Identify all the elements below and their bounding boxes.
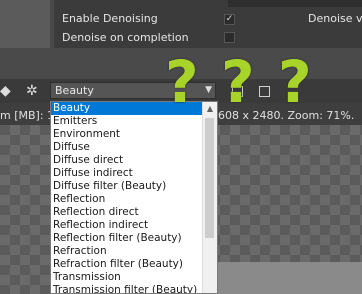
- chevron-down-icon: ▼: [205, 85, 212, 95]
- dropdown-option[interactable]: Transmission: [51, 271, 203, 284]
- denoise-on-completion-label: Denoise on completion: [62, 31, 189, 44]
- enable-denoising-label: Enable Denoising: [62, 12, 158, 25]
- dropdown-options: Beauty Emitters Environment Diffuse Diffuse …: [51, 102, 203, 293]
- dropdown-option[interactable]: Diffuse filter (Beauty): [51, 180, 203, 193]
- panel-divider: [50, 0, 54, 48]
- dropdown-option[interactable]: Environment: [51, 128, 203, 141]
- dropdown-option[interactable]: Refraction: [51, 245, 203, 258]
- settings-gear-icon[interactable]: ✲: [26, 83, 38, 99]
- dropdown-option[interactable]: Refraction filter (Beauty): [51, 258, 203, 271]
- denoise-settings-panel: Enable Denoising ✓ Denoise on completion…: [0, 0, 362, 48]
- render-pass-dropdown-list[interactable]: Beauty Emitters Environment Diffuse Diffuse …: [50, 101, 218, 294]
- render-preview-strip: [218, 262, 362, 294]
- panel-left-edge: [0, 0, 50, 48]
- render-pass-select-value: Beauty: [55, 84, 94, 97]
- top-header-strip: [228, 0, 362, 7]
- dropdown-option[interactable]: Emitters: [51, 115, 203, 128]
- question-mark-annotation-2: ?: [221, 48, 255, 116]
- question-mark-annotation-3: ?: [278, 48, 312, 116]
- scrollbar-thumb[interactable]: [205, 118, 214, 238]
- dropdown-option[interactable]: Diffuse direct: [51, 154, 203, 167]
- dropdown-option[interactable]: Diffuse indirect: [51, 167, 203, 180]
- denoise-volume-label: Denoise vo: [308, 12, 362, 25]
- denoise-on-completion-checkbox[interactable]: [224, 32, 235, 43]
- dropdown-option[interactable]: Reflection indirect: [51, 219, 203, 232]
- dropdown-scrollbar[interactable]: ▲: [202, 102, 217, 293]
- enable-denoising-checkbox[interactable]: ✓: [224, 14, 235, 25]
- dropdown-option[interactable]: Reflection filter (Beauty): [51, 232, 203, 245]
- question-mark-annotation-1: ?: [165, 48, 199, 116]
- dropdown-option[interactable]: Reflection direct: [51, 206, 203, 219]
- dropdown-option[interactable]: Reflection: [51, 193, 203, 206]
- scroll-up-arrow-icon[interactable]: ▲: [203, 102, 217, 116]
- fit-view-icon[interactable]: [259, 86, 270, 97]
- dropdown-option[interactable]: Transmission filter (Beauty): [51, 284, 203, 293]
- camera-icon[interactable]: ◆: [0, 83, 11, 99]
- dropdown-option[interactable]: Diffuse: [51, 141, 203, 154]
